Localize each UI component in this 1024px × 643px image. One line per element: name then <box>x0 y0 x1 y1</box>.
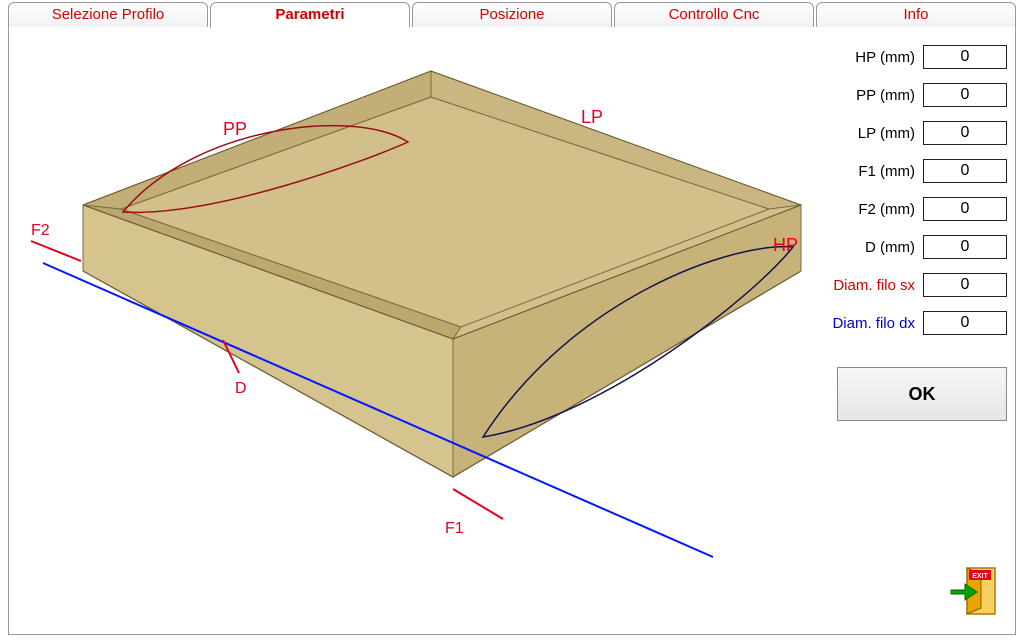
exit-button[interactable]: EXIT <box>947 564 1003 620</box>
row-diam-dx: Diam. filo dx <box>819 311 1007 335</box>
label-diam-sx: Diam. filo sx <box>819 277 923 294</box>
tab-controllo-cnc[interactable]: Controllo Cnc <box>614 2 814 28</box>
input-d[interactable] <box>923 235 1007 259</box>
row-hp: HP (mm) <box>819 45 1007 69</box>
label-hp: HP <box>773 235 798 255</box>
svg-text:EXIT: EXIT <box>972 573 988 580</box>
tab-posizione[interactable]: Posizione <box>412 2 612 28</box>
tab-selezione-profilo[interactable]: Selezione Profilo <box>8 2 208 28</box>
block-diagram: F2 D F1 PP LP HP <box>13 37 813 612</box>
label-diam-dx: Diam. filo dx <box>819 315 923 332</box>
label-f2: F2 <box>31 222 50 239</box>
label-f1-mm: F1 (mm) <box>819 163 923 180</box>
row-f1: F1 (mm) <box>819 159 1007 183</box>
label-d-mm: D (mm) <box>819 239 923 256</box>
tab-info[interactable]: Info <box>816 2 1016 28</box>
input-diam-dx[interactable] <box>923 311 1007 335</box>
input-f1[interactable] <box>923 159 1007 183</box>
label-pp-mm: PP (mm) <box>819 87 923 104</box>
label-hp-mm: HP (mm) <box>819 49 923 66</box>
tab-bar: Selezione Profilo Parametri Posizione Co… <box>8 2 1016 28</box>
label-d: D <box>235 380 247 397</box>
row-pp: PP (mm) <box>819 83 1007 107</box>
row-lp: LP (mm) <box>819 121 1007 145</box>
label-pp: PP <box>223 119 247 139</box>
parameter-form: HP (mm) PP (mm) LP (mm) F1 (mm) F2 (mm) … <box>819 45 1007 421</box>
row-f2: F2 (mm) <box>819 197 1007 221</box>
input-diam-sx[interactable] <box>923 273 1007 297</box>
tab-panel-parametri: F2 D F1 PP LP HP HP (mm) PP (mm) <box>8 27 1016 635</box>
label-lp-mm: LP (mm) <box>819 125 923 142</box>
row-diam-sx: Diam. filo sx <box>819 273 1007 297</box>
label-lp: LP <box>581 107 603 127</box>
input-lp[interactable] <box>923 121 1007 145</box>
row-d: D (mm) <box>819 235 1007 259</box>
input-pp[interactable] <box>923 83 1007 107</box>
ok-button[interactable]: OK <box>837 367 1007 421</box>
app-window: Selezione Profilo Parametri Posizione Co… <box>0 0 1024 643</box>
tab-parametri[interactable]: Parametri <box>210 2 410 28</box>
exit-door-icon: EXIT <box>947 564 1003 620</box>
input-f2[interactable] <box>923 197 1007 221</box>
input-hp[interactable] <box>923 45 1007 69</box>
label-f2-mm: F2 (mm) <box>819 201 923 218</box>
label-f1: F1 <box>445 520 464 537</box>
